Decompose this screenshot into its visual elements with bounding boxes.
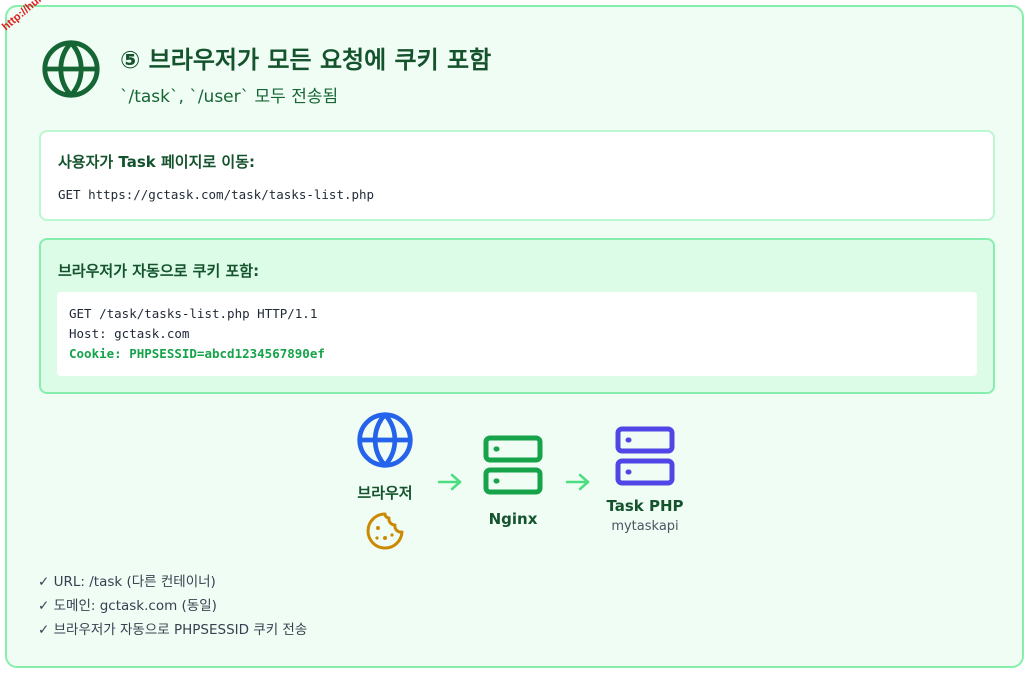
- cookie-header-line: Cookie: PHPSESSID=abcd1234567890ef: [69, 346, 325, 361]
- globe-icon: [357, 412, 413, 468]
- server-icon: [483, 435, 543, 495]
- request-line: GET /task/tasks-list.php HTTP/1.1: [69, 306, 318, 321]
- task-php-sublabel: mytaskapi: [611, 519, 679, 534]
- checklist-item: ✓ 브라우저가 자동으로 PHPSESSID 쿠키 전송: [38, 622, 308, 638]
- host-header-line: Host: gctask.com: [69, 326, 190, 341]
- nginx-label: Nginx: [488, 510, 538, 528]
- browser-node: 브라우저: [340, 410, 430, 551]
- cookie-icon: [366, 512, 404, 550]
- auto-cookie-label: 브라우저가 자동으로 쿠키 포함:: [58, 262, 260, 280]
- checklist-item: ✓ URL: /task (다른 컨테이너): [38, 574, 216, 590]
- checklist-item: ✓ 도메인: gctask.com (동일): [38, 598, 217, 614]
- page-subtitle: `/task`, `/user` 모두 전송됨: [120, 87, 339, 107]
- http-request-code: GET /task/tasks-list.php HTTP/1.1 Host: …: [57, 292, 977, 376]
- globe-icon: [42, 40, 100, 98]
- task-php-node: Task PHP mytaskapi: [598, 425, 692, 534]
- checklist: ✓ URL: /task (다른 컨테이너) ✓ 도메인: gctask.com…: [38, 570, 307, 642]
- task-php-label: Task PHP: [606, 497, 684, 515]
- nginx-node: Nginx: [473, 434, 553, 528]
- arrow-right-icon: [437, 473, 462, 491]
- browser-label: 브라우저: [357, 484, 413, 502]
- server-icon: [615, 426, 675, 486]
- navigation-step-box: 사용자가 Task 페이지로 이동: GET https://gctask.co…: [39, 130, 995, 221]
- arrow-right-icon: [565, 473, 590, 491]
- auto-cookie-box: 브라우저가 자동으로 쿠키 포함: GET /task/tasks-list.p…: [39, 238, 995, 394]
- step-label: 사용자가 Task 페이지로 이동:: [58, 153, 255, 171]
- page-title: ⑤ 브라우저가 모든 요청에 쿠키 포함: [120, 46, 492, 74]
- request-url: GET https://gctask.com/task/tasks-list.p…: [58, 187, 375, 202]
